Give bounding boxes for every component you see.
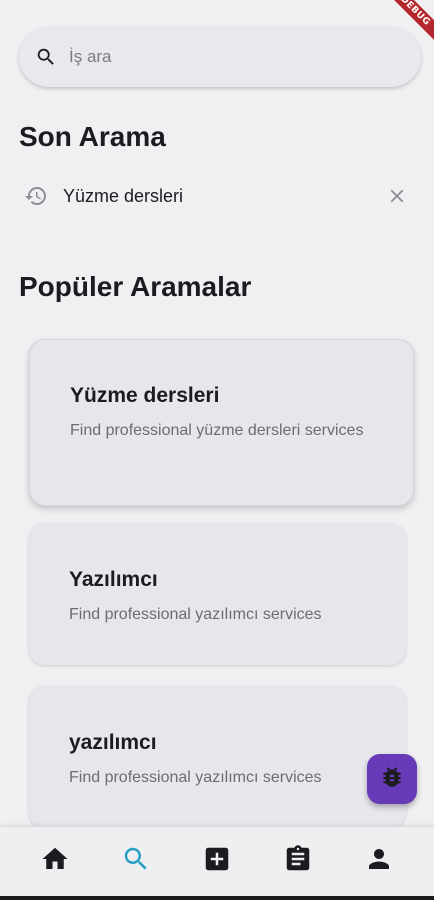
nav-item-profile[interactable] xyxy=(353,836,405,888)
popular-section-title: Popüler Aramalar xyxy=(19,271,252,302)
popular-search-title: Yazılımcı xyxy=(69,568,158,591)
popular-search-description: Find professional yazılımcı services xyxy=(69,606,322,623)
home-icon xyxy=(40,844,70,879)
recent-search-label: Yüzme dersleri xyxy=(63,185,184,206)
popular-search-card[interactable]: Yüzme dersleri Find professional yüzme d… xyxy=(29,339,414,506)
popular-search-description: Find professional yüzme dersleri service… xyxy=(70,422,364,439)
add-box-icon xyxy=(202,844,232,879)
popular-search-title: yazılımcı xyxy=(69,731,157,754)
nav-item-assignments[interactable] xyxy=(272,836,324,888)
debug-banner: DEBUG xyxy=(374,0,434,60)
close-icon[interactable] xyxy=(383,182,411,210)
nav-item-add[interactable] xyxy=(191,836,243,888)
bottom-navigation xyxy=(0,826,434,896)
nav-item-home[interactable] xyxy=(29,836,81,888)
nav-item-search[interactable] xyxy=(110,836,162,888)
debug-banner-label: DEBUG xyxy=(378,0,434,48)
popular-search-card[interactable]: yazılımcı Find professional yazılımcı se… xyxy=(29,686,406,828)
recent-section-title: Son Arama xyxy=(19,121,166,152)
person-icon xyxy=(364,844,394,879)
search-bar[interactable] xyxy=(19,27,421,87)
recent-search-item[interactable]: Yüzme dersleri xyxy=(19,178,419,214)
bug-icon xyxy=(379,764,405,795)
history-icon xyxy=(23,183,49,209)
search-screen: DEBUG Son Arama Yüzme dersleri Popüler A… xyxy=(0,0,434,900)
system-bar xyxy=(0,896,434,900)
search-icon xyxy=(35,46,57,68)
popular-search-description: Find professional yazılımcı services xyxy=(69,769,322,786)
popular-search-title: Yüzme dersleri xyxy=(70,384,220,407)
popular-search-card[interactable]: Yazılımcı Find professional yazılımcı se… xyxy=(29,523,406,665)
search-input[interactable] xyxy=(69,47,389,67)
search-icon xyxy=(121,844,151,879)
debug-fab-button[interactable] xyxy=(367,754,417,804)
assignment-icon xyxy=(283,844,313,879)
